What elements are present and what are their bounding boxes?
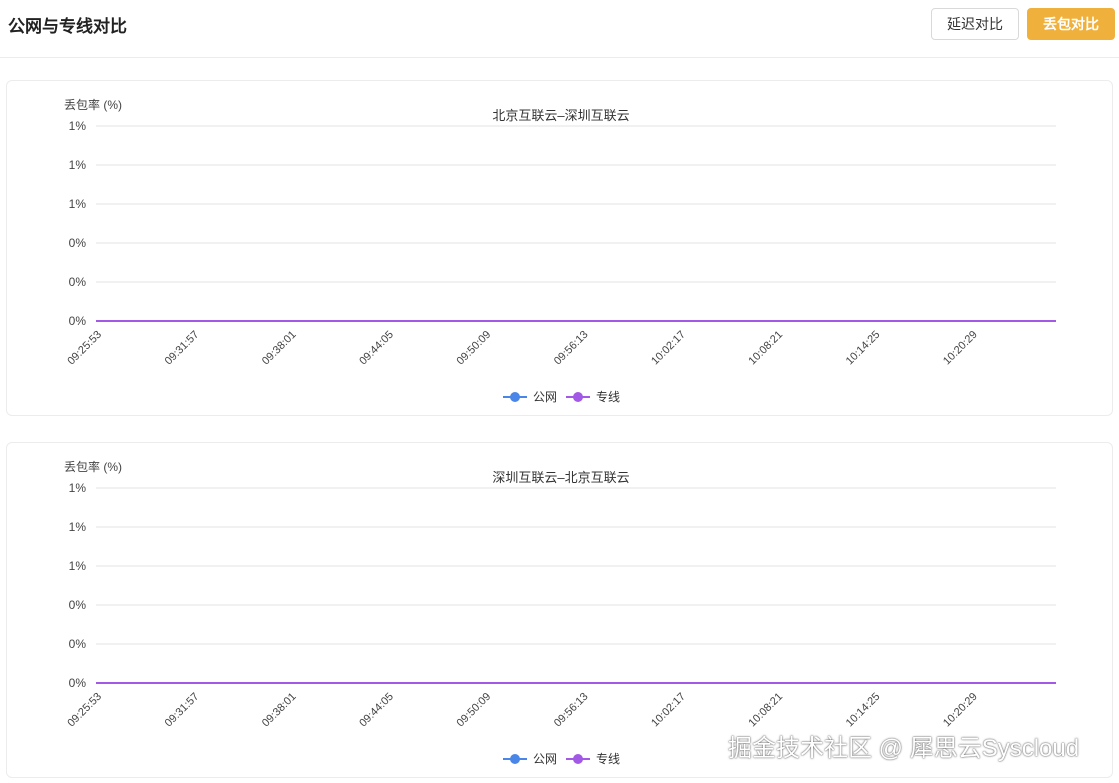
y-tick-label: 0%: [69, 275, 87, 289]
legend-item-public[interactable]: 公网: [503, 752, 557, 766]
x-tick-label: 09:56:13: [552, 691, 591, 730]
legend-label: 专线: [596, 751, 620, 766]
x-tick-label: 09:50:09: [455, 329, 494, 368]
legend-item-public[interactable]: 公网: [503, 390, 557, 404]
legend-marker-icon: [510, 392, 520, 402]
x-tick-label: 10:02:17: [649, 329, 688, 368]
legend-label: 专线: [596, 389, 620, 404]
legend-item-private[interactable]: 专线: [566, 389, 620, 404]
legend-marker-icon: [573, 754, 583, 764]
x-tick-label: 10:14:25: [844, 329, 883, 368]
page-title: 公网与专线对比: [8, 17, 127, 36]
x-tick-label: 10:20:29: [941, 329, 980, 368]
legend-marker-icon: [573, 392, 583, 402]
chart-panel-beijing-shenzhen: 丢包率 (%) 北京互联云–深圳互联云 1% 1% 1% 0% 0% 0% 09:25:53 09…: [6, 80, 1113, 416]
y-tick-label: 0%: [69, 637, 87, 651]
y-tick-label: 1%: [69, 197, 87, 211]
y-tick-label: 1%: [69, 119, 87, 133]
y-tick-label: 1%: [69, 158, 87, 172]
x-tick-label: 09:56:13: [552, 329, 591, 368]
x-tick-label: 09:25:53: [65, 691, 104, 730]
page-header: 公网与专线对比 延迟对比 丢包对比: [0, 0, 1119, 58]
legend-label: 公网: [533, 390, 557, 404]
x-tick-label: 09:38:01: [260, 329, 299, 368]
y-tick-label: 1%: [69, 481, 87, 495]
legend-marker-icon: [510, 754, 520, 764]
legend-item-private[interactable]: 专线: [566, 751, 620, 766]
loss-chart-beijing-shenzhen: 丢包率 (%)北京互联云–深圳互联云1%1%1%0%0%0%09:25:53 09…: [64, 97, 1056, 404]
x-tick-label: 10:14:25: [844, 691, 883, 730]
x-tick-label: 10:08:21: [746, 691, 785, 730]
watermark-text: 掘金技术社区 @ 犀思云Syscloud: [728, 735, 1080, 762]
y-tick-label: 0%: [69, 314, 87, 328]
loss-chart-shenzhen-beijing: 丢包率 (%)深圳互联云–北京互联云1%1%1%0%0%0%09:25:53 09…: [64, 459, 1056, 766]
y-axis-label: 丢包率 (%): [64, 459, 122, 474]
x-tick-label: 10:02:17: [649, 691, 688, 730]
chart-title: 深圳互联云–北京互联云: [492, 470, 629, 485]
y-axis-label: 丢包率 (%): [64, 97, 122, 112]
chart-title: 北京互联云–深圳互联云: [492, 108, 629, 123]
x-tick-label: 09:31:57: [163, 691, 202, 730]
x-tick-label: 09:44:05: [357, 691, 396, 730]
x-tick-label: 09:25:53: [65, 329, 104, 368]
y-tick-label: 0%: [69, 598, 87, 612]
legend-label: 公网: [533, 752, 557, 766]
x-tick-label: 10:08:21: [746, 329, 785, 368]
x-tick-label: 09:38:01: [260, 691, 299, 730]
x-tick-label: 10:20:29: [941, 691, 980, 730]
packet-loss-compare-button[interactable]: 丢包对比: [1027, 8, 1115, 40]
y-tick-label: 1%: [69, 520, 87, 534]
latency-compare-button[interactable]: 延迟对比: [931, 8, 1019, 40]
x-tick-label: 09:31:57: [163, 329, 202, 368]
x-tick-label: 09:44:05: [357, 329, 396, 368]
y-tick-label: 0%: [69, 236, 87, 250]
x-tick-label: 09:50:09: [455, 691, 494, 730]
y-tick-label: 0%: [69, 676, 87, 690]
y-tick-label: 1%: [69, 559, 87, 573]
